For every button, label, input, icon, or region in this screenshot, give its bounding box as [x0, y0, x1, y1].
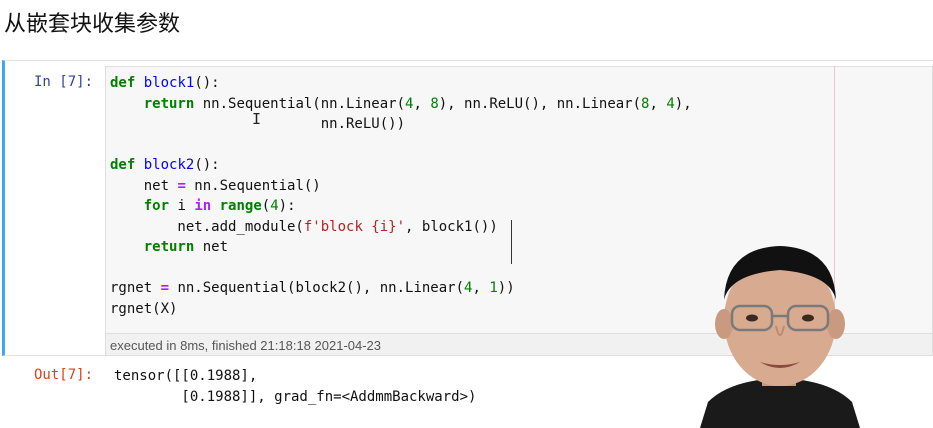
page-title: 从嵌套块收集参数 — [4, 12, 181, 37]
code-token: (): — [194, 157, 220, 173]
code-line[interactable]: return nn.Sequential(nn.Linear( 4, 8), nn… — [110, 96, 692, 112]
code-line[interactable]: def block2(): — [110, 157, 220, 173]
code-token: net — [110, 177, 178, 194]
code-line[interactable]: rgnet(X) — [110, 301, 177, 317]
text-cursor — [511, 220, 512, 264]
input-prompt: In [7]: — [34, 74, 94, 90]
code-token: in — [194, 198, 212, 214]
code-token: range — [219, 198, 262, 214]
code-token: net.add_module( — [110, 218, 304, 235]
output-line: [0.1988]], grad_fn=<AddmmBackward>) — [114, 388, 477, 405]
presenter-image — [700, 246, 860, 428]
code-token: for — [143, 198, 170, 214]
code-token: = — [160, 280, 170, 296]
code-token: i — [169, 198, 195, 214]
output-prompt: Out[7]: — [34, 367, 94, 383]
code-line[interactable]: rgnet = nn.Sequential(block2(), nn.Linea… — [110, 280, 515, 296]
code-block[interactable]: def block1(): return nn.Sequential(nn.Li… — [110, 73, 692, 319]
code-line[interactable]: for i in range(4): — [110, 198, 296, 214]
code-token: return — [143, 239, 195, 255]
code-token: )) — [497, 280, 515, 296]
code-token: ), — [674, 95, 692, 112]
code-token: 4 — [666, 95, 675, 112]
code-token: 4 — [270, 198, 279, 214]
code-token: ): — [278, 198, 296, 214]
code-token: 1 — [489, 280, 498, 296]
code-token: rgnet(X) — [110, 300, 178, 317]
cell-output: tensor([[0.1988], [0.1988]], grad_fn=<Ad… — [114, 366, 476, 407]
code-token: f'block {i}' — [303, 218, 406, 235]
code-token: nn.Sequential() — [185, 177, 321, 194]
code-token: nn.Sequential(block2(), nn.Linear( — [169, 280, 465, 296]
code-token: return — [143, 95, 195, 112]
code-token: , — [472, 280, 490, 296]
presenter-video-overlay — [700, 230, 860, 428]
mouse-ibeam-icon: I — [252, 110, 262, 128]
code-line[interactable]: def block1(): — [110, 75, 220, 91]
code-token: , — [649, 95, 667, 112]
code-token: def — [110, 75, 136, 91]
code-token: rgnet — [110, 280, 161, 296]
code-token: , — [413, 95, 431, 112]
code-token: block1 — [143, 75, 195, 91]
code-token: = — [177, 177, 186, 194]
code-token: net — [194, 239, 229, 255]
code-token: (): — [194, 75, 220, 91]
code-token: def — [110, 157, 136, 173]
execution-info: executed in 8ms, finished 21:18:18 2021-… — [110, 338, 382, 353]
code-token: ), nn.ReLU(), nn.Linear( — [438, 95, 642, 112]
code-line[interactable]: net = nn.Sequential() — [110, 178, 321, 194]
code-token: block2 — [143, 157, 195, 173]
code-token: 8 — [430, 95, 439, 112]
output-line: tensor([[0.1988], — [114, 368, 258, 384]
code-token: ( — [261, 198, 271, 214]
code-token: , block1()) — [405, 218, 498, 235]
code-line[interactable]: net.add_module(f'block {i}', block1()) — [110, 218, 498, 235]
code-token: nn.Sequential(nn.Linear( — [194, 95, 406, 112]
code-line[interactable]: return net — [110, 239, 228, 255]
